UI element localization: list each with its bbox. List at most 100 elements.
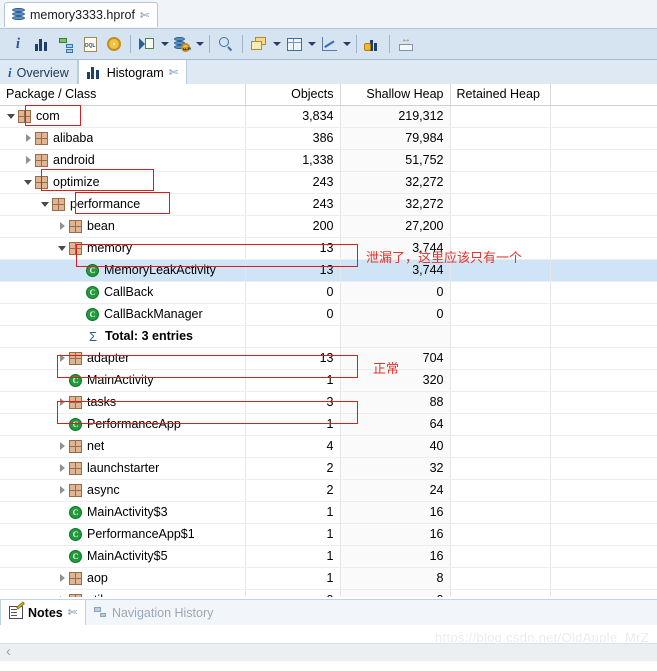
table-row[interactable]: performance 243 32,272: [0, 193, 657, 216]
cell-shallow-heap: 79,984: [340, 127, 451, 150]
toolbar-separator-5: [389, 35, 390, 53]
column-header-retained-heap[interactable]: Retained Heap: [450, 84, 551, 106]
class-icon: C: [69, 417, 82, 431]
run-query-dropdown[interactable]: [159, 32, 170, 56]
table-row[interactable]: Σ Total: 3 entries: [0, 325, 657, 348]
column-header-objects[interactable]: Objects: [245, 84, 341, 106]
cell-package-class: adapter: [0, 347, 246, 370]
chevron-down-icon[interactable]: [6, 110, 18, 122]
cell-filler: [550, 501, 657, 524]
table-row[interactable]: C PerformanceApp 1 64: [0, 413, 657, 436]
heap-query-button[interactable]: [170, 32, 194, 56]
cell-filler: [550, 369, 657, 392]
table-button[interactable]: [282, 32, 306, 56]
chevron-right-icon[interactable]: [57, 462, 69, 474]
table-row[interactable]: launchstarter 2 32: [0, 457, 657, 480]
export-chart-button[interactable]: [317, 32, 341, 56]
chevron-right-icon[interactable]: [57, 220, 69, 232]
table-row[interactable]: aop 1 8: [0, 567, 657, 590]
table-row[interactable]: bean 200 27,200: [0, 215, 657, 238]
group-by-dropdown[interactable]: [271, 32, 282, 56]
table-row[interactable]: C MemoryLeakActivity 13 3,744: [0, 259, 657, 282]
chevron-right-icon[interactable]: [57, 572, 69, 584]
bars-warning-icon: [364, 37, 381, 51]
class-icon: C: [69, 549, 82, 563]
table-row[interactable]: optimize 243 32,272: [0, 171, 657, 194]
search-button[interactable]: [214, 32, 238, 56]
chevron-right-icon[interactable]: [57, 396, 69, 408]
cell-package-class: C MainActivity$5: [0, 545, 246, 568]
table-row[interactable]: C CallBack 0 0: [0, 281, 657, 304]
cell-objects: 0: [245, 281, 341, 304]
package-icon: [69, 351, 82, 365]
close-icon[interactable]: ✄: [68, 607, 77, 618]
cell-shallow-heap: 64: [340, 413, 451, 436]
close-icon[interactable]: ✄: [140, 10, 149, 21]
tab-overview[interactable]: i Overview: [0, 60, 78, 85]
chevron-right-icon[interactable]: [57, 594, 69, 597]
histogram-icon: [86, 66, 102, 79]
cell-objects: 1: [245, 545, 341, 568]
cell-shallow-heap: 88: [340, 391, 451, 414]
run-query-button[interactable]: [135, 32, 159, 56]
cell-retained-heap: [450, 193, 551, 216]
group-by-button[interactable]: [247, 32, 271, 56]
view-tab-bar: i Overview Histogram ✄: [0, 60, 657, 86]
calculate-button[interactable]: [361, 32, 385, 56]
cell-filler: [550, 303, 657, 326]
table-row[interactable]: tasks 3 88: [0, 391, 657, 414]
cell-shallow-heap: 16: [340, 501, 451, 524]
table-row[interactable]: C MainActivity 1 320: [0, 369, 657, 392]
oql-button[interactable]: [78, 32, 102, 56]
package-icon: [18, 109, 31, 123]
table-row[interactable]: C MainActivity$3 1 16: [0, 501, 657, 524]
heap-query-dropdown[interactable]: [194, 32, 205, 56]
tab-histogram[interactable]: Histogram ✄: [77, 60, 187, 85]
chevron-right-icon[interactable]: [23, 132, 35, 144]
cell-package-class: C MainActivity$3: [0, 501, 246, 524]
tab-navigation-history[interactable]: Navigation History: [86, 600, 221, 625]
column-header-shallow-heap[interactable]: Shallow Heap: [340, 84, 451, 106]
editor-tab-memory-hprof[interactable]: memory3333.hprof ✄: [4, 2, 159, 27]
table-row[interactable]: utils 00: [0, 589, 657, 597]
histogram-button[interactable]: [30, 32, 54, 56]
cell-package-class: optimize: [0, 171, 246, 194]
cell-filler: [550, 215, 657, 238]
table-row[interactable]: adapter 13 704: [0, 347, 657, 370]
chevron-down-icon[interactable]: [57, 242, 69, 254]
cell-shallow-heap: 32: [340, 457, 451, 480]
cell-filler: [550, 347, 657, 370]
table-dropdown[interactable]: [306, 32, 317, 56]
info-button[interactable]: i: [6, 32, 30, 56]
chevron-down-icon[interactable]: [40, 198, 52, 210]
row-label: adapter: [87, 351, 130, 365]
chevron-right-icon[interactable]: [57, 440, 69, 452]
cell-retained-heap: [450, 413, 551, 436]
table-row[interactable]: com 3,834 219,312: [0, 105, 657, 128]
close-icon[interactable]: ✄: [169, 67, 178, 78]
cell-retained-heap: [450, 171, 551, 194]
table-row[interactable]: memory 13 3,744: [0, 237, 657, 260]
table-row[interactable]: alibaba 386 79,984: [0, 127, 657, 150]
table-row[interactable]: android 1,338 51,752: [0, 149, 657, 172]
chevron-right-icon[interactable]: [57, 484, 69, 496]
table-row[interactable]: net 4 40: [0, 435, 657, 458]
tab-notes[interactable]: Notes ✄: [0, 600, 86, 625]
dominator-tree-button[interactable]: [54, 32, 78, 56]
table-row[interactable]: C CallBackManager 0 0: [0, 303, 657, 326]
chevron-right-icon[interactable]: [57, 352, 69, 364]
cell-filler: [550, 105, 657, 128]
table-row[interactable]: async 2 24: [0, 479, 657, 502]
export-chart-dropdown[interactable]: [341, 32, 352, 56]
settings-button[interactable]: [102, 32, 126, 56]
chevron-right-icon[interactable]: [23, 154, 35, 166]
column-header-package-class[interactable]: Package / Class: [0, 84, 246, 106]
cell-package-class: net: [0, 435, 246, 458]
table-row[interactable]: C MainActivity$5 1 16: [0, 545, 657, 568]
chevron-down-icon[interactable]: [23, 176, 35, 188]
row-label: memory: [87, 241, 133, 255]
table-icon: [286, 37, 302, 51]
table-row[interactable]: C PerformanceApp$1 1 16: [0, 523, 657, 546]
resize-columns-button[interactable]: [394, 32, 418, 56]
horizontal-scrollbar[interactable]: [0, 643, 657, 661]
